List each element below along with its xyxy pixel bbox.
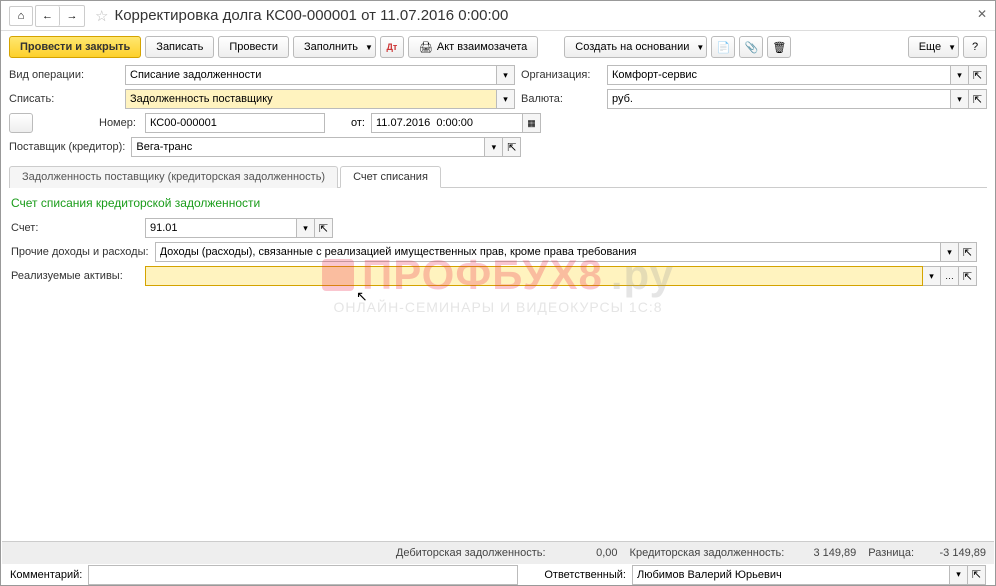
print-icon: 🖨 — [419, 41, 433, 54]
other-income-input[interactable] — [155, 242, 941, 262]
close-icon[interactable]: ✕ — [977, 7, 987, 21]
responsible-input[interactable] — [632, 565, 950, 585]
supplier-label: Поставщик (кредитор): — [9, 141, 125, 153]
credit-label: Кредиторская задолженность: — [630, 547, 785, 559]
delete-button[interactable]: 🗑 — [767, 36, 791, 58]
home-button[interactable]: ⌂ — [9, 6, 33, 26]
clip-button[interactable]: 📎 — [739, 36, 763, 58]
section-title: Счет списания кредиторской задолженности — [11, 196, 985, 210]
tab-writeoff-account[interactable]: Счет списания — [340, 166, 441, 188]
titlebar: ⌂ ← → ☆ Корректировка долга КС00-000001 … — [1, 1, 995, 31]
offset-act-button[interactable]: 🖨Акт взаимозачета — [408, 36, 538, 58]
debit-label: Дебиторская задолженность: — [396, 547, 546, 559]
post-and-close-button[interactable]: Провести и закрыть — [9, 36, 141, 58]
writeoff-label: Списать: — [9, 93, 119, 105]
more-button[interactable]: Еще▼ — [908, 36, 959, 58]
open-link-icon[interactable]: ⇱ — [969, 65, 987, 85]
currency-label: Валюта: — [521, 93, 601, 105]
operation-type-label: Вид операции: — [9, 69, 119, 81]
operation-type-input[interactable] — [125, 65, 497, 85]
dropdown-icon[interactable]: ▾ — [950, 565, 968, 585]
assets-input[interactable] — [145, 266, 923, 286]
comment-label: Комментарий: — [10, 569, 82, 581]
supplier-input[interactable] — [131, 137, 485, 157]
number-label: Номер: — [99, 117, 139, 129]
toolbar: Провести и закрыть Записать Провести Зап… — [1, 31, 995, 63]
open-link-icon[interactable]: ⇱ — [315, 218, 333, 238]
comment-bar: Комментарий: Ответственный: ▾ ⇱ — [2, 563, 994, 585]
footer-summary: Дебиторская задолженность: 0,00 Кредитор… — [2, 541, 994, 563]
ellipsis-icon[interactable]: … — [941, 266, 959, 286]
back-button[interactable]: ← — [36, 6, 60, 26]
forward-button[interactable]: → — [60, 6, 84, 26]
favorite-icon[interactable]: ☆ — [95, 7, 108, 25]
open-link-icon[interactable]: ⇱ — [503, 137, 521, 157]
window-title: Корректировка долга КС00-000001 от 11.07… — [114, 7, 508, 24]
help-button[interactable]: ? — [963, 36, 987, 58]
responsible-label: Ответственный: — [544, 569, 626, 581]
dropdown-icon[interactable]: ▾ — [485, 137, 503, 157]
diff-value: -3 149,89 — [926, 547, 986, 559]
diff-label: Разница: — [868, 547, 914, 559]
post-button[interactable]: Провести — [218, 36, 289, 58]
organization-input[interactable] — [607, 65, 951, 85]
number-input[interactable] — [145, 113, 325, 133]
calendar-icon[interactable]: ▦ — [523, 113, 541, 133]
comment-input[interactable] — [88, 565, 518, 585]
account-label: Счет: — [11, 222, 139, 234]
open-link-icon[interactable]: ⇱ — [968, 565, 986, 585]
dt-kt-button[interactable]: Дт — [380, 36, 404, 58]
open-link-icon[interactable]: ⇱ — [969, 89, 987, 109]
organization-label: Организация: — [521, 69, 601, 81]
dropdown-icon[interactable]: ▾ — [951, 65, 969, 85]
fill-button[interactable]: Заполнить▼ — [293, 36, 376, 58]
tab-debt[interactable]: Задолженность поставщику (кредиторская з… — [9, 166, 338, 188]
open-link-icon[interactable]: ⇱ — [959, 266, 977, 286]
attach-button[interactable]: 📄 — [711, 36, 735, 58]
date-input[interactable] — [371, 113, 523, 133]
dropdown-icon[interactable]: ▾ — [951, 89, 969, 109]
dropdown-icon[interactable]: ▾ — [297, 218, 315, 238]
dropdown-icon[interactable]: ▾ — [497, 65, 515, 85]
other-income-label: Прочие доходы и расходы: — [11, 246, 149, 258]
save-button[interactable]: Записать — [145, 36, 214, 58]
create-based-button[interactable]: Создать на основании▼ — [564, 36, 707, 58]
tab-bar: Задолженность поставщику (кредиторская з… — [9, 165, 987, 188]
writeoff-input[interactable] — [125, 89, 497, 109]
account-input[interactable] — [145, 218, 297, 238]
tab-content: Счет списания кредиторской задолженности… — [1, 188, 995, 296]
dropdown-icon[interactable]: ▾ — [497, 89, 515, 109]
dropdown-icon[interactable]: ▾ — [941, 242, 959, 262]
debit-value: 0,00 — [558, 547, 618, 559]
assets-label: Реализуемые активы: — [11, 270, 139, 282]
open-link-icon[interactable]: ⇱ — [959, 242, 977, 262]
dropdown-icon[interactable]: ▾ — [923, 266, 941, 286]
date-label: от: — [351, 117, 365, 129]
document-status-icon[interactable] — [9, 113, 33, 133]
currency-input[interactable] — [607, 89, 951, 109]
credit-value: 3 149,89 — [796, 547, 856, 559]
